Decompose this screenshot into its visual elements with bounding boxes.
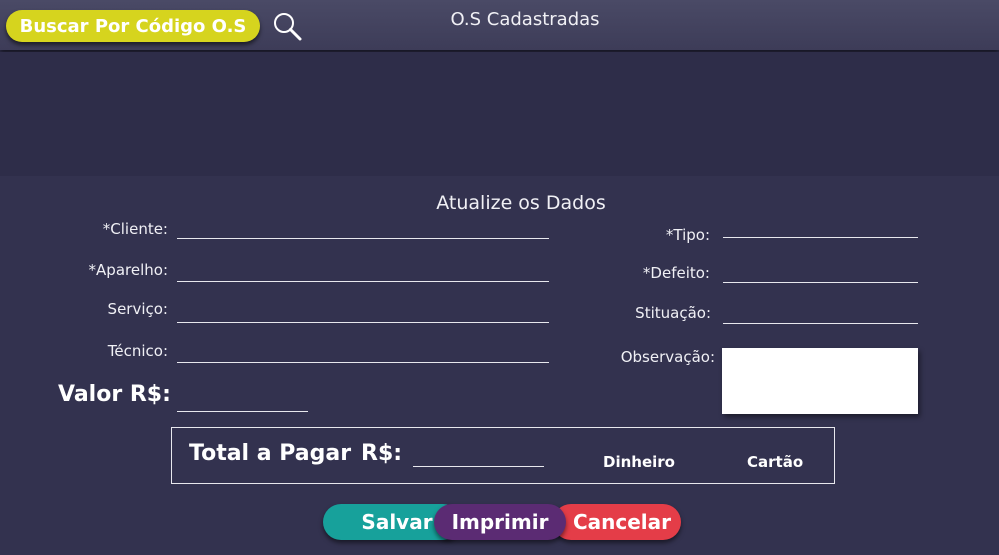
aparelho-label: *Aparelho: [88, 261, 168, 279]
observacao-label: Observação: [620, 348, 715, 366]
cliente-label: *Cliente: [102, 220, 168, 238]
cliente-input[interactable] [177, 238, 549, 239]
payment-card-option[interactable]: Cartão [747, 453, 803, 471]
os-window: Buscar Por Código O.S O.S Cadastradas At… [0, 0, 999, 555]
total-currency-label: R$: [361, 441, 403, 466]
page-title: O.S Cadastradas [450, 9, 600, 30]
search-by-code-button[interactable]: Buscar Por Código O.S [6, 10, 260, 42]
servico-label: Serviço: [107, 300, 168, 318]
print-button[interactable]: Imprimir [434, 504, 566, 540]
valor-label: Valor R$: [58, 382, 171, 407]
total-label: Total a Pagar [189, 441, 352, 466]
form-title: Atualize os Dados [436, 192, 606, 214]
defeito-input[interactable] [723, 282, 918, 283]
tipo-label: *Tipo: [665, 226, 710, 244]
servico-input[interactable] [177, 322, 549, 323]
situacao-label: Stituação: [635, 304, 711, 322]
tecnico-label: Técnico: [107, 342, 168, 360]
tipo-input[interactable] [723, 237, 918, 238]
total-input[interactable] [413, 466, 544, 467]
aparelho-input[interactable] [177, 281, 549, 282]
header-bar: Buscar Por Código O.S O.S Cadastradas [0, 0, 999, 50]
magnifier-icon[interactable] [270, 10, 304, 42]
payment-cash-option[interactable]: Dinheiro [603, 453, 675, 471]
situacao-input[interactable] [723, 323, 918, 324]
tecnico-input[interactable] [177, 362, 549, 363]
defeito-label: *Defeito: [642, 264, 710, 282]
cancel-button[interactable]: Cancelar [553, 504, 681, 540]
records-list[interactable] [0, 52, 999, 176]
valor-input[interactable] [177, 411, 308, 412]
observacao-textarea[interactable] [722, 348, 918, 414]
